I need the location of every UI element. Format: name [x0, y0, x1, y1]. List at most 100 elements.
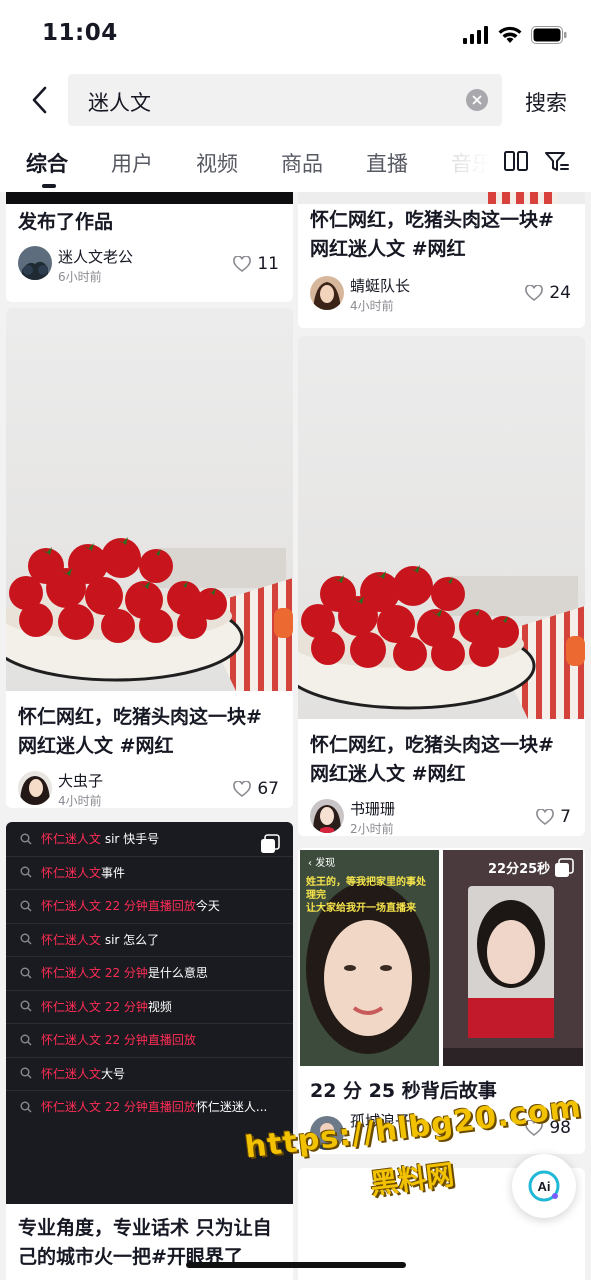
card-title-line-2: 网红迷人文 #网红: [310, 238, 466, 260]
result-card-5[interactable]: 怀仁迷人文 sir 快手号 怀仁迷人文事件 怀仁迷人文 22 分钟直播回放今天 怀仁迷…: [6, 822, 293, 1280]
like-count[interactable]: 67: [233, 779, 279, 799]
suggestion-highlight: 怀仁迷人文: [41, 832, 102, 846]
card-title: 22 分 25 秒背后故事: [310, 1080, 497, 1102]
like-count-value: 11: [257, 254, 279, 274]
avatar[interactable]: [310, 276, 344, 310]
tab-comprehensive[interactable]: 综合: [26, 148, 68, 178]
like-count[interactable]: 11: [233, 254, 279, 274]
suggestion-highlight: 怀仁迷人文 22 分钟: [41, 966, 148, 980]
result-card-3[interactable]: 怀仁网红，吃猪头肉这一块# 网红迷人文 #网红 大虫子 4小时前 67: [6, 308, 293, 808]
suggestion-text: 怀仁迷人文 sir 怎么了: [41, 931, 159, 948]
tab-active-indicator: [42, 184, 56, 188]
video-back-label: ‹ 发现: [308, 858, 336, 869]
video-overlay-text: 姓王的，等我把家里的事处理完 让大家给我开一场直播来: [306, 876, 434, 915]
heart-icon: [233, 781, 252, 797]
suggestion-highlight: 怀仁迷人文 22 分钟: [41, 999, 148, 1014]
search-icon: [20, 866, 32, 878]
filter-icon[interactable]: [544, 150, 570, 174]
search-header: 迷人文 搜索: [0, 68, 591, 132]
search-icon: [20, 833, 32, 844]
tab-videos[interactable]: 视频: [196, 148, 238, 178]
card-title-line-1: 怀仁网红，吃猪头肉这一块#: [310, 734, 554, 756]
video-cover: [298, 192, 585, 204]
strawberry-bowl-image: [6, 308, 293, 691]
like-count-value: 24: [549, 283, 571, 303]
ai-icon: Ai: [528, 1170, 560, 1202]
tab-users[interactable]: 用户: [111, 148, 153, 178]
author-name: 书珊珊: [350, 800, 396, 818]
post-time: 4小时前: [58, 794, 102, 808]
overlay-line-2: 让大家给我开一场直播来: [306, 903, 416, 914]
heart-icon: [525, 285, 544, 301]
suggestion-item[interactable]: 怀仁迷人文大号: [20, 1057, 125, 1090]
layout-toggle-icon[interactable]: [503, 150, 529, 174]
result-card-4[interactable]: 怀仁网红，吃猪头肉这一块# 网红迷人文 #网红 书珊珊 2小时前 7: [298, 336, 585, 836]
close-icon: [472, 95, 482, 105]
post-time: 2小时前: [350, 822, 394, 836]
post-time: 6小时前: [58, 270, 102, 284]
suggestion-text: 怀仁迷人文 22 分钟直播回放: [41, 1031, 196, 1048]
suggestion-text: 怀仁迷人文事件: [41, 864, 125, 881]
suggestion-item[interactable]: 怀仁迷人文事件: [20, 856, 125, 889]
strawberry-bowl-image: [298, 336, 585, 719]
suggestion-rest: 今天: [195, 899, 220, 913]
suggestion-rest: 怀仁迷迷人...: [195, 1100, 268, 1114]
result-card-2[interactable]: 怀仁网红，吃猪头肉这一块# 网红迷人文 #网红 蜻蜓队长 4小时前 24: [298, 192, 585, 328]
post-time: 4小时前: [350, 299, 394, 313]
card-title: 发布了作品: [18, 211, 114, 233]
suggestion-highlight: 怀仁迷人文 22 分钟直播回放: [41, 899, 196, 913]
back-button[interactable]: [24, 82, 54, 118]
result-card-1[interactable]: 发布了作品 迷人文老公 6小时前 11: [6, 192, 293, 302]
suggestion-text: 怀仁迷人文大号: [41, 1065, 125, 1082]
suggestion-highlight: 怀仁迷人文: [41, 932, 102, 947]
suggestion-text: 怀仁迷人文 22 分钟直播回放今天: [41, 897, 220, 914]
avatar[interactable]: [18, 246, 52, 280]
status-time: 11:04: [42, 20, 118, 46]
multi-image-icon: [261, 834, 280, 853]
suggestion-rest: 是什么意思: [147, 966, 208, 980]
like-count[interactable]: 7: [536, 807, 571, 827]
search-icon: [20, 900, 32, 911]
result-tabs: 综合 用户 视频 商品 直播 音乐: [0, 132, 591, 192]
author-name: 迷人文老公: [58, 248, 134, 266]
like-count-value: 7: [560, 807, 571, 827]
suggestion-text: 怀仁迷人文 22 分钟直播回放怀仁迷迷人...: [41, 1098, 267, 1115]
suggestion-item[interactable]: 怀仁迷人文 22 分钟直播回放: [20, 1023, 196, 1056]
tab-products[interactable]: 商品: [281, 148, 323, 178]
suggestion-item[interactable]: 怀仁迷人文 22 分钟视频: [20, 990, 172, 1023]
search-icon: [20, 1000, 32, 1012]
suggestion-item[interactable]: 怀仁迷人文 sir 怎么了: [20, 923, 159, 956]
suggestion-rest: 事件: [101, 865, 126, 880]
suggestion-rest: sir 怎么了: [101, 932, 160, 947]
card-title-line-1: 专业角度，专业话术 只为让自: [18, 1217, 272, 1239]
suggestion-item[interactable]: 怀仁迷人文 sir 快手号: [20, 822, 159, 855]
avatar[interactable]: [18, 771, 52, 805]
search-query: 迷人文: [88, 91, 151, 115]
search-input[interactable]: 迷人文: [68, 74, 502, 126]
suggestion-item[interactable]: 怀仁迷人文 22 分钟直播回放怀仁迷迷人...: [20, 1090, 267, 1123]
heart-icon: [233, 256, 252, 272]
ai-assistant-button[interactable]: Ai: [512, 1154, 576, 1218]
signal-icon: [463, 26, 488, 44]
suggestion-rest: 视频: [147, 999, 172, 1014]
avatar[interactable]: [310, 799, 344, 833]
chevron-left-icon: [32, 86, 47, 114]
suggestion-rest: 大号: [101, 1066, 126, 1081]
search-button[interactable]: 搜索: [525, 87, 567, 117]
search-icon: [20, 1067, 32, 1079]
card-title-line-1: 怀仁网红，吃猪头肉这一块#: [310, 209, 554, 231]
video-cover: [6, 192, 293, 204]
heart-icon: [536, 809, 554, 825]
suggestion-item[interactable]: 怀仁迷人文 22 分钟直播回放今天: [20, 889, 220, 922]
suggestion-rest: sir 快手号: [101, 832, 160, 846]
like-count-value: 67: [257, 779, 279, 799]
home-indicator: [186, 1262, 406, 1268]
tab-live[interactable]: 直播: [366, 148, 408, 178]
clear-search-button[interactable]: [466, 89, 488, 111]
suggestion-highlight: 怀仁迷人文: [41, 1066, 102, 1081]
ai-label: Ai: [538, 1179, 551, 1194]
like-count[interactable]: 24: [525, 283, 571, 303]
suggestion-highlight: 怀仁迷人文 22 分钟直播回放: [41, 1100, 196, 1114]
wifi-icon: [498, 26, 522, 43]
suggestion-item[interactable]: 怀仁迷人文 22 分钟是什么意思: [20, 956, 208, 989]
